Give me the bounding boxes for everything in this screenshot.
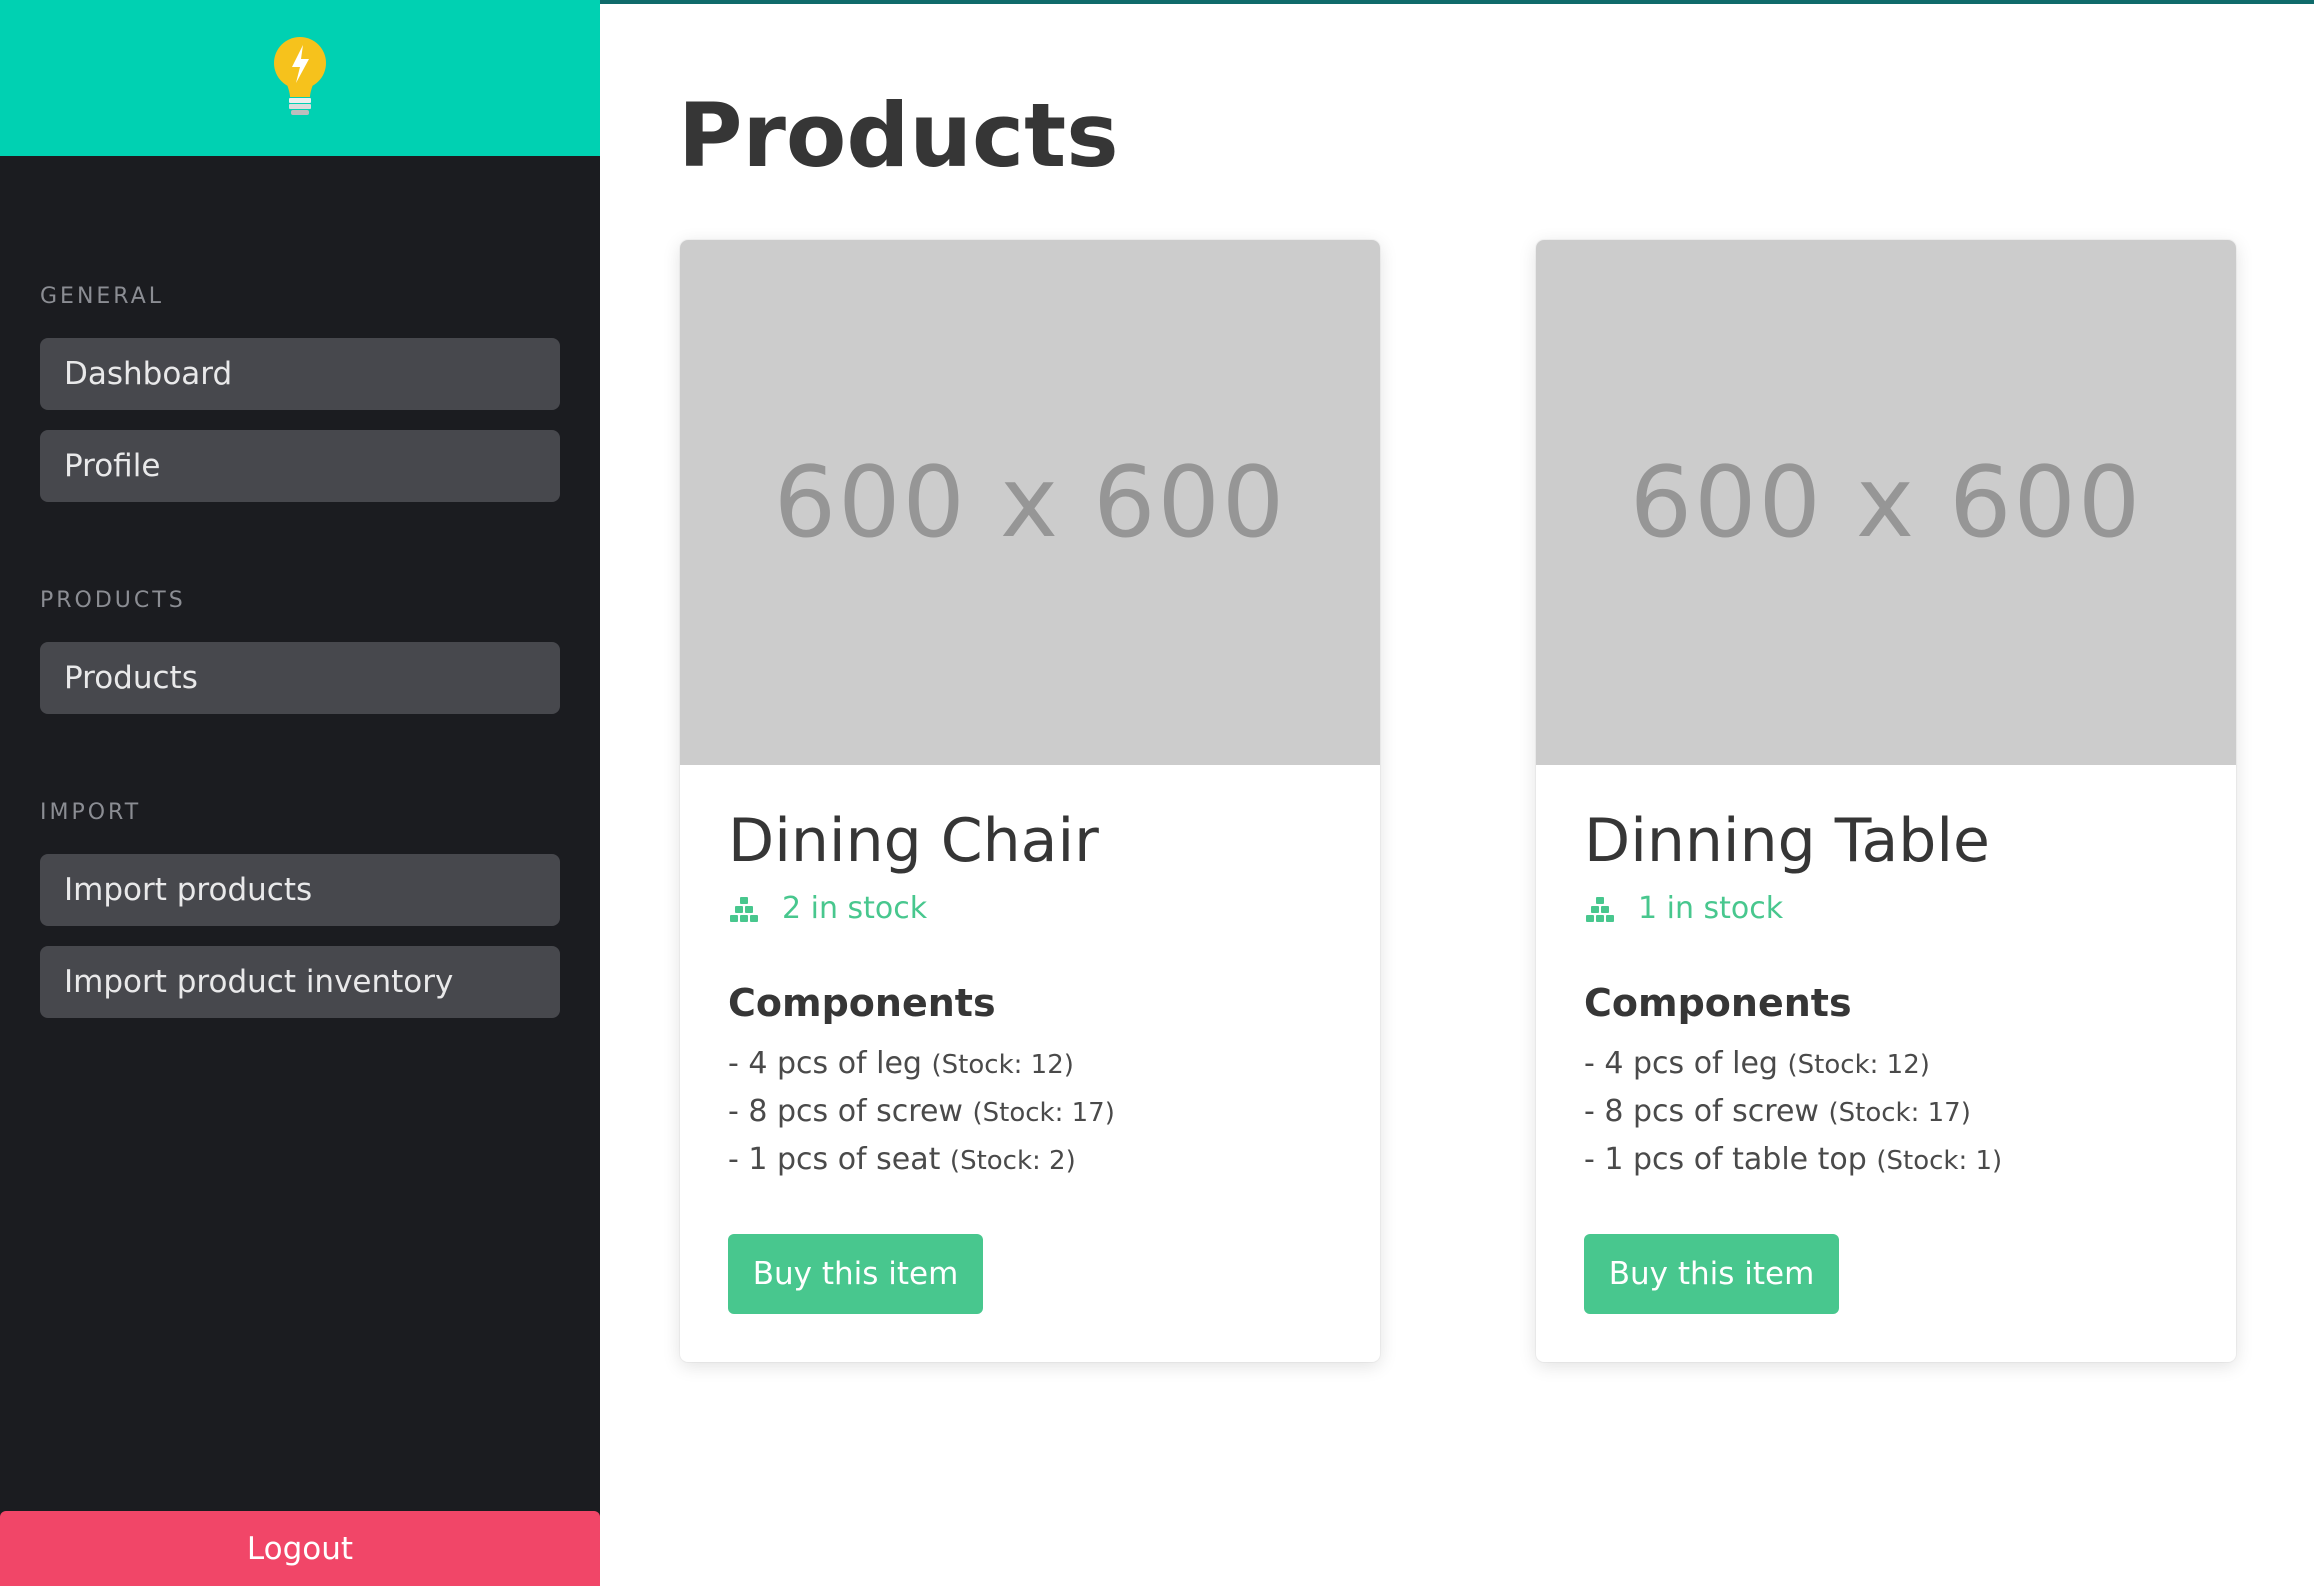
page-title: Products bbox=[678, 84, 1119, 187]
sidebar-item-profile[interactable]: Profile bbox=[40, 430, 560, 502]
component-text: - 4 pcs of leg bbox=[1584, 1046, 1778, 1081]
list-item: - 4 pcs of leg (Stock: 12) bbox=[728, 1040, 1115, 1088]
app-root: GENERAL Dashboard Profile PRODUCTS Produ… bbox=[0, 0, 2314, 1586]
component-text: - 1 pcs of table top bbox=[1584, 1142, 1867, 1177]
components-heading: Components bbox=[728, 981, 996, 1025]
section-label-import: IMPORT bbox=[40, 800, 142, 825]
components-list: - 4 pcs of leg (Stock: 12) - 8 pcs of sc… bbox=[728, 1040, 1115, 1184]
list-item: - 1 pcs of seat (Stock: 2) bbox=[728, 1136, 1115, 1184]
buy-button[interactable]: Buy this item bbox=[1584, 1234, 1839, 1314]
product-image-placeholder: 600 x 600 bbox=[680, 240, 1380, 765]
cubes-icon bbox=[730, 896, 758, 922]
list-item: - 8 pcs of screw (Stock: 17) bbox=[1584, 1088, 2002, 1136]
sidebar-item-import-product-inventory[interactable]: Import product inventory bbox=[40, 946, 560, 1018]
sidebar: GENERAL Dashboard Profile PRODUCTS Produ… bbox=[0, 0, 600, 1586]
component-stock: (Stock: 17) bbox=[972, 1098, 1115, 1128]
sidebar-item-dashboard[interactable]: Dashboard bbox=[40, 338, 560, 410]
components-heading: Components bbox=[1584, 981, 1852, 1025]
component-text: - 1 pcs of seat bbox=[728, 1142, 941, 1177]
product-name: Dining Chair bbox=[728, 806, 1099, 876]
product-image-placeholder: 600 x 600 bbox=[1536, 240, 2236, 765]
stock-indicator: 1 in stock bbox=[1584, 891, 1783, 926]
component-stock: (Stock: 17) bbox=[1828, 1098, 1971, 1128]
product-card: 600 x 600 Dinning Table 1 in stock Compo… bbox=[1536, 240, 2236, 1362]
components-list: - 4 pcs of leg (Stock: 12) - 8 pcs of sc… bbox=[1584, 1040, 2002, 1184]
stock-indicator: 2 in stock bbox=[728, 891, 927, 926]
list-item: - 1 pcs of table top (Stock: 1) bbox=[1584, 1136, 2002, 1184]
list-item: - 8 pcs of screw (Stock: 17) bbox=[728, 1088, 1115, 1136]
section-label-products: PRODUCTS bbox=[40, 588, 186, 613]
top-accent-line bbox=[600, 0, 2314, 4]
product-name: Dinning Table bbox=[1584, 806, 1990, 876]
component-stock: (Stock: 1) bbox=[1876, 1146, 2003, 1176]
cubes-icon bbox=[1586, 896, 1614, 922]
sidebar-item-import-products[interactable]: Import products bbox=[40, 854, 560, 926]
brand-header[interactable] bbox=[0, 0, 600, 156]
buy-button[interactable]: Buy this item bbox=[728, 1234, 983, 1314]
product-card: 600 x 600 Dining Chair 2 in stock Compon… bbox=[680, 240, 1380, 1362]
section-label-general: GENERAL bbox=[40, 284, 165, 309]
component-text: - 8 pcs of screw bbox=[1584, 1094, 1819, 1129]
stock-text: 2 in stock bbox=[782, 891, 928, 926]
component-stock: (Stock: 12) bbox=[1787, 1050, 1930, 1080]
sidebar-item-products[interactable]: Products bbox=[40, 642, 560, 714]
component-text: - 4 pcs of leg bbox=[728, 1046, 922, 1081]
logout-button[interactable]: Logout bbox=[0, 1511, 600, 1586]
component-stock: (Stock: 12) bbox=[931, 1050, 1074, 1080]
lightbulb-icon bbox=[274, 37, 326, 115]
component-stock: (Stock: 2) bbox=[949, 1146, 1076, 1176]
stock-text: 1 in stock bbox=[1638, 891, 1784, 926]
list-item: - 4 pcs of leg (Stock: 12) bbox=[1584, 1040, 2002, 1088]
component-text: - 8 pcs of screw bbox=[728, 1094, 963, 1129]
